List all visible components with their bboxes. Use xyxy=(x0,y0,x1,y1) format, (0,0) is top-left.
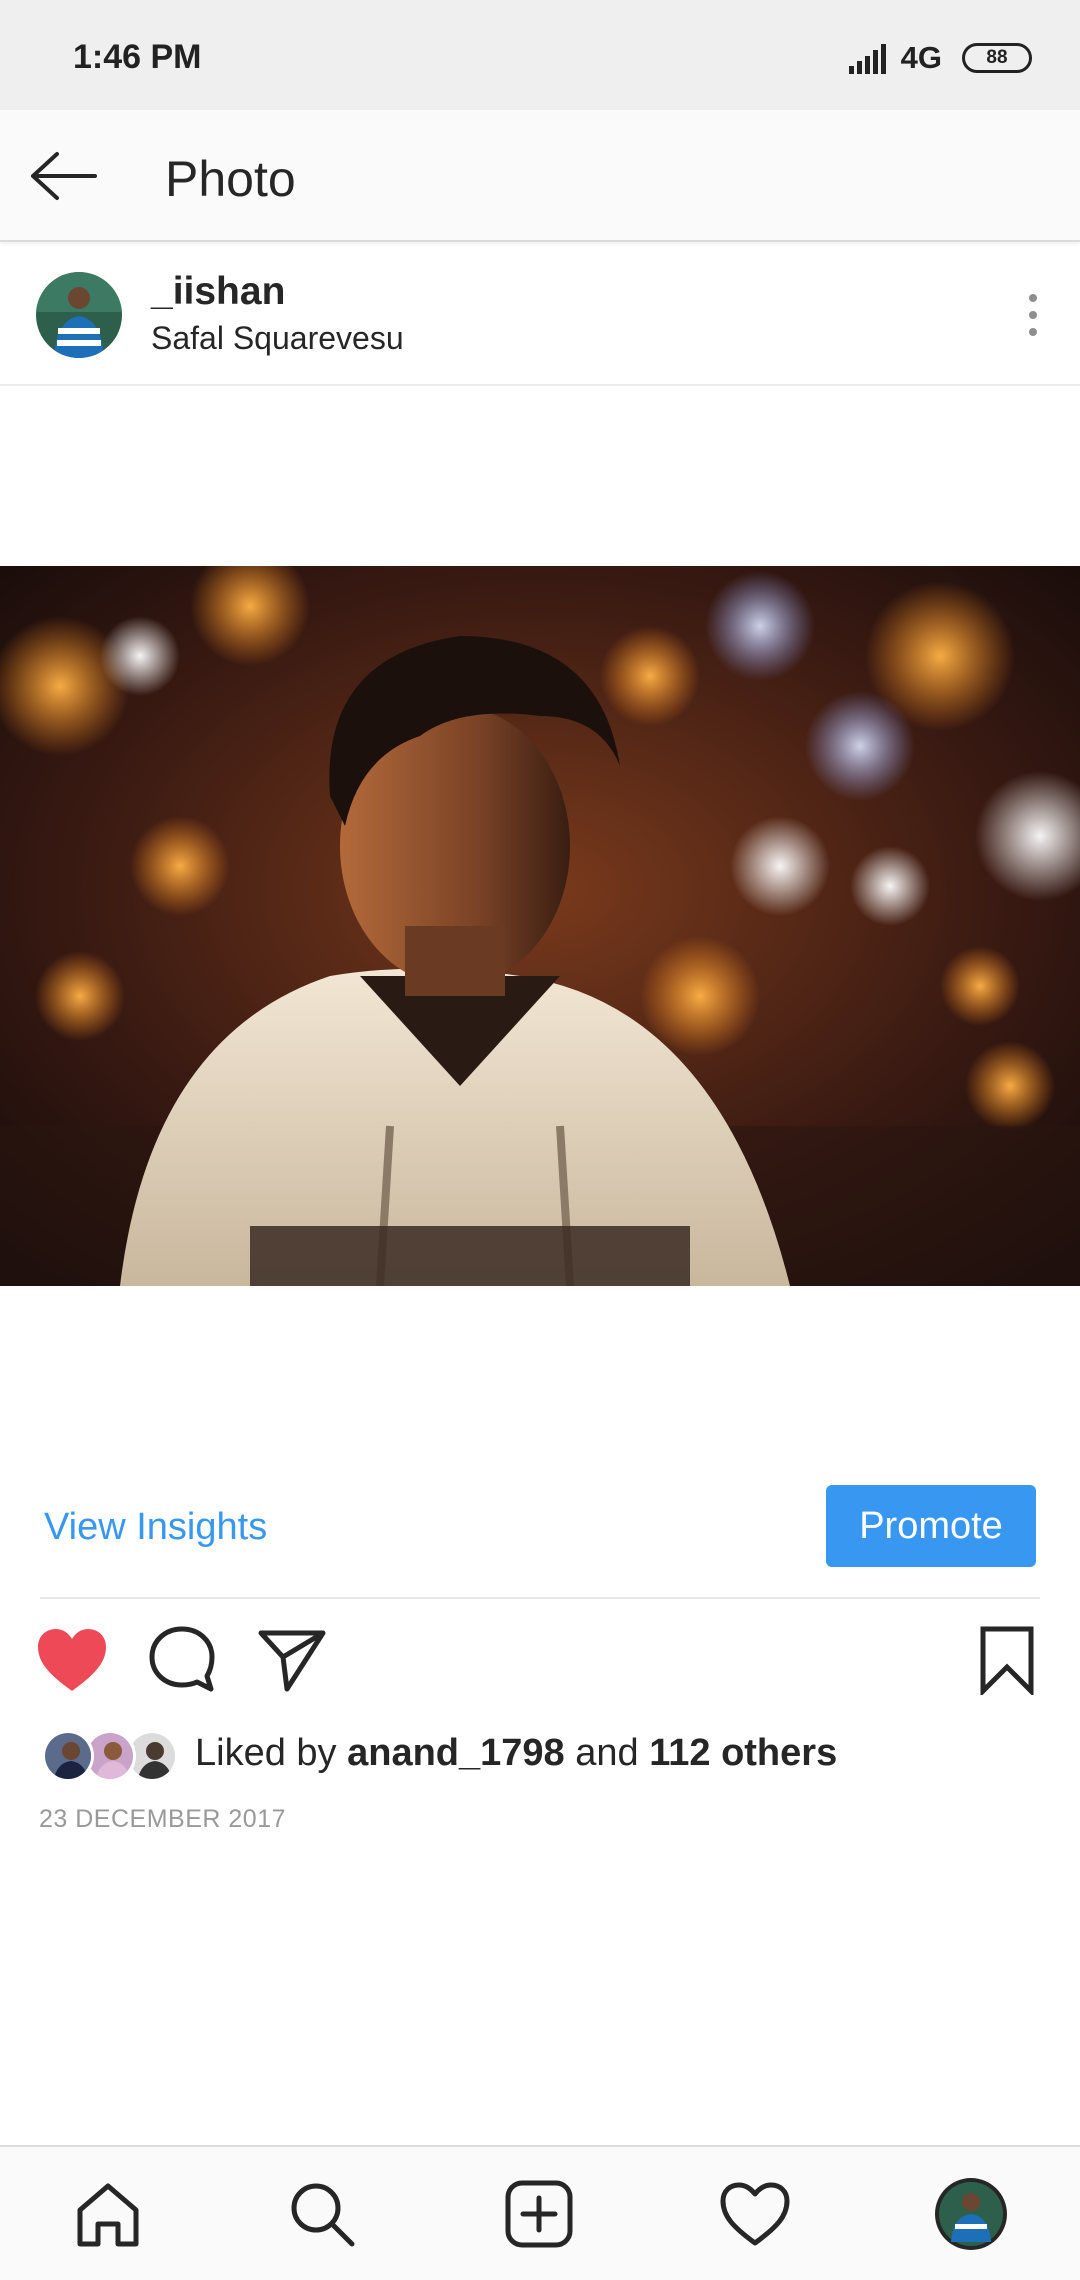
signal-icon xyxy=(848,44,886,74)
like-button[interactable] xyxy=(32,1620,112,1700)
post-username[interactable]: _iishan xyxy=(151,270,285,314)
network-label: 4G xyxy=(900,40,942,75)
back-button[interactable] xyxy=(24,140,104,212)
promote-button[interactable]: Promote xyxy=(826,1485,1036,1567)
more-dot xyxy=(1029,328,1037,336)
app-bar: Photo xyxy=(0,110,1080,242)
post-date: 23 DECEMBER 2017 xyxy=(39,1805,287,1833)
nav-profile[interactable] xyxy=(926,2169,1016,2259)
likes-row[interactable]: Liked by anand_1798 and 112 others xyxy=(0,1720,1080,1790)
page-title: Photo xyxy=(165,151,296,207)
activity-heart-icon xyxy=(720,2182,790,2246)
more-dot xyxy=(1029,311,1037,319)
search-icon xyxy=(291,2183,355,2247)
post-photo[interactable] xyxy=(0,566,1080,1286)
likes-middle: and xyxy=(564,1732,650,1774)
status-indicators: 4G 88 xyxy=(848,38,1032,78)
more-vertical-icon xyxy=(1029,294,1037,302)
home-icon xyxy=(77,2183,139,2247)
view-insights-link[interactable]: View Insights xyxy=(44,1506,267,1549)
bookmark-icon xyxy=(980,1626,1034,1695)
divider xyxy=(40,1597,1040,1599)
likes-text[interactable]: Liked by anand_1798 and 112 others xyxy=(195,1732,837,1775)
comment-button[interactable] xyxy=(142,1620,222,1700)
comment-icon xyxy=(149,1626,215,1692)
post-header: _iishan Safal Squarevesu xyxy=(0,244,1080,386)
save-button[interactable] xyxy=(967,1620,1047,1700)
status-bar: 1:46 PM 4G 88 xyxy=(0,0,1080,110)
profile-avatar-icon xyxy=(935,2178,1007,2250)
share-button[interactable] xyxy=(252,1620,332,1700)
likes-others[interactable]: 112 others xyxy=(649,1732,837,1774)
post-location[interactable]: Safal Squarevesu xyxy=(151,320,404,357)
send-icon xyxy=(258,1630,326,1692)
add-post-icon xyxy=(505,2180,573,2248)
nav-add-post[interactable] xyxy=(494,2169,584,2259)
battery-indicator: 88 xyxy=(962,43,1032,73)
nav-home[interactable] xyxy=(63,2169,153,2259)
liker-avatar xyxy=(42,1730,94,1782)
action-bar xyxy=(0,1620,1080,1710)
avatar[interactable] xyxy=(36,272,122,358)
heart-filled-icon xyxy=(38,1629,106,1691)
avatar-image xyxy=(36,272,122,358)
arrow-left-icon xyxy=(31,152,97,200)
status-time: 1:46 PM xyxy=(73,38,202,76)
post-image xyxy=(0,566,1080,1286)
nav-search[interactable] xyxy=(277,2169,367,2259)
insights-row: View Insights Promote xyxy=(0,1480,1080,1599)
nav-activity[interactable] xyxy=(710,2169,800,2259)
bottom-nav xyxy=(0,2145,1080,2280)
likes-prefix: Liked by xyxy=(195,1732,348,1774)
likes-user[interactable]: anand_1798 xyxy=(347,1732,565,1774)
more-options-button[interactable] xyxy=(1008,280,1058,350)
liker-avatars xyxy=(42,1730,182,1784)
